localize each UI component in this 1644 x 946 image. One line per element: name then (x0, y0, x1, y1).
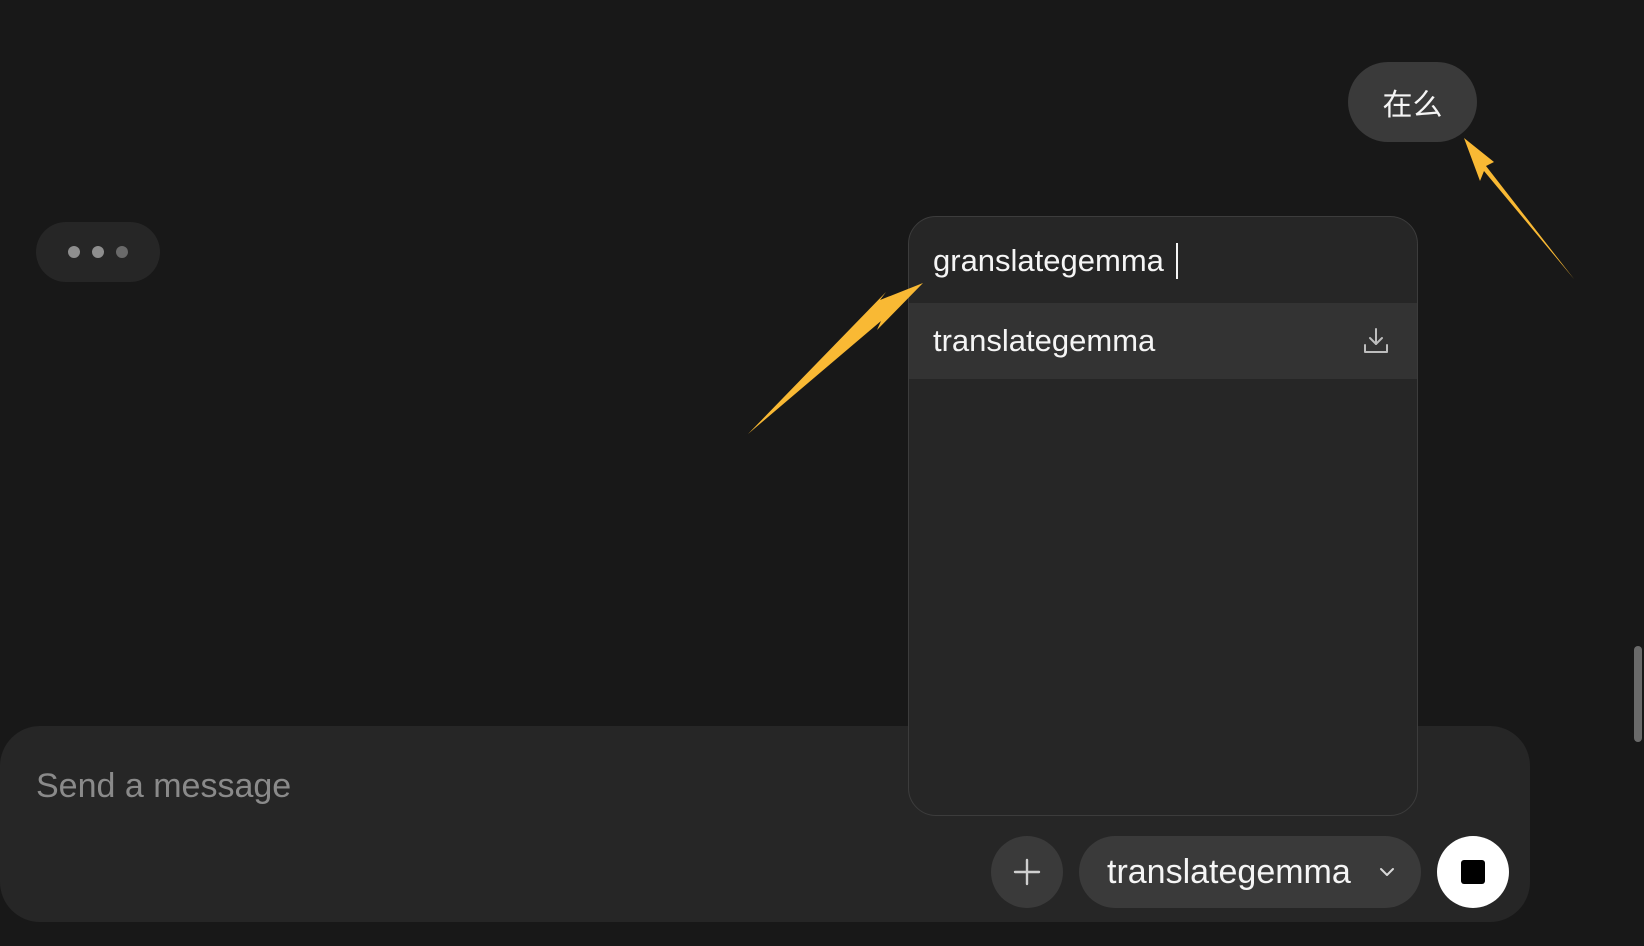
annotation-arrow-to-search (748, 283, 923, 434)
stop-icon (1461, 860, 1485, 884)
selected-model-label: translategemma (1107, 852, 1351, 891)
model-picker-dropdown: translategemma (908, 216, 1418, 816)
annotation-arrow-to-message (1464, 138, 1574, 279)
typing-dot (116, 246, 128, 258)
message-input[interactable] (34, 766, 858, 807)
stop-generation-button[interactable] (1437, 836, 1509, 908)
typing-dot (68, 246, 80, 258)
user-message-bubble: 在么 (1348, 62, 1477, 142)
model-option-label: translategemma (933, 323, 1156, 358)
user-message-text: 在么 (1382, 88, 1443, 123)
plus-icon (1013, 858, 1041, 886)
model-option[interactable]: translategemma (909, 303, 1417, 379)
model-search-input[interactable] (933, 239, 1373, 283)
attach-button[interactable] (991, 836, 1063, 908)
model-selector-button[interactable]: translategemma (1079, 836, 1421, 908)
scrollbar-thumb[interactable] (1634, 646, 1642, 742)
typing-indicator (36, 222, 160, 282)
text-cursor (1176, 243, 1178, 279)
download-icon[interactable] (1361, 326, 1391, 356)
chevron-down-icon (1380, 868, 1394, 876)
typing-dot (92, 246, 104, 258)
